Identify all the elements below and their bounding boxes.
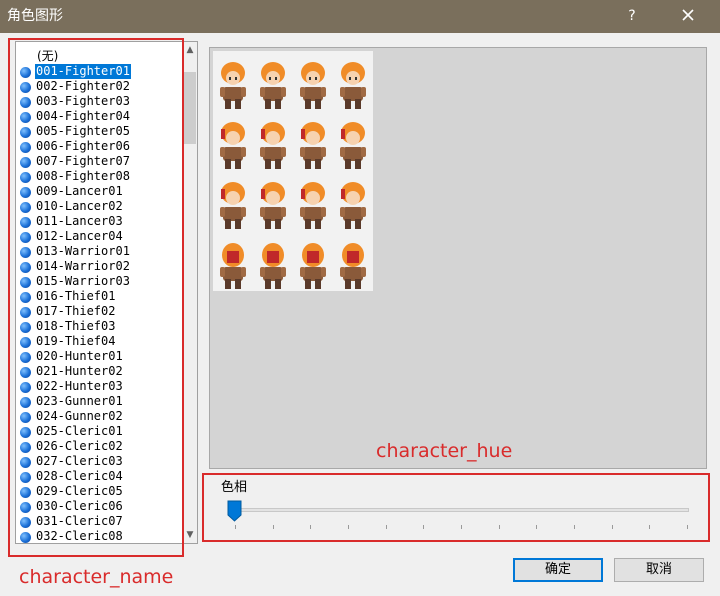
character-name-annotation-label: character_name <box>19 566 174 588</box>
character-sprite <box>340 243 366 289</box>
help-button[interactable]: ? <box>622 6 642 26</box>
close-button[interactable] <box>676 6 700 26</box>
character-sprite <box>260 243 286 289</box>
character-sprite <box>300 122 326 169</box>
character-sprite <box>220 243 246 289</box>
character-sprite <box>340 62 366 109</box>
character-sprite <box>340 122 366 169</box>
character-sprite <box>340 182 366 229</box>
character-sprite <box>260 62 286 109</box>
character-hue-annotation-box <box>202 473 710 542</box>
cancel-button[interactable]: 取消 <box>614 558 704 582</box>
character-hue-annotation-label: character_hue <box>376 440 513 462</box>
character-sprite <box>260 122 286 169</box>
character-sprite-sheet <box>213 51 373 291</box>
character-sprite <box>260 182 286 229</box>
scrollbar-thumb[interactable] <box>184 72 196 144</box>
sprite-grid <box>220 62 366 289</box>
character-preview-area <box>209 47 707 469</box>
character-sprite <box>300 243 326 289</box>
title-bar: 角色图形 ? <box>0 0 720 33</box>
ok-button[interactable]: 确定 <box>513 558 603 582</box>
character-sprite <box>220 122 246 169</box>
vertical-scrollbar[interactable]: ▲ ▼ <box>182 42 197 543</box>
close-icon <box>682 9 694 21</box>
scroll-up-arrow-icon[interactable]: ▲ <box>182 42 197 58</box>
scroll-down-arrow-icon[interactable]: ▼ <box>182 527 197 543</box>
character-name-annotation-box <box>8 38 184 557</box>
character-sprite <box>220 62 246 109</box>
character-sprite <box>220 182 246 229</box>
character-sprite <box>300 182 326 229</box>
window-title: 角色图形 <box>7 8 63 24</box>
character-sprite <box>300 62 326 109</box>
